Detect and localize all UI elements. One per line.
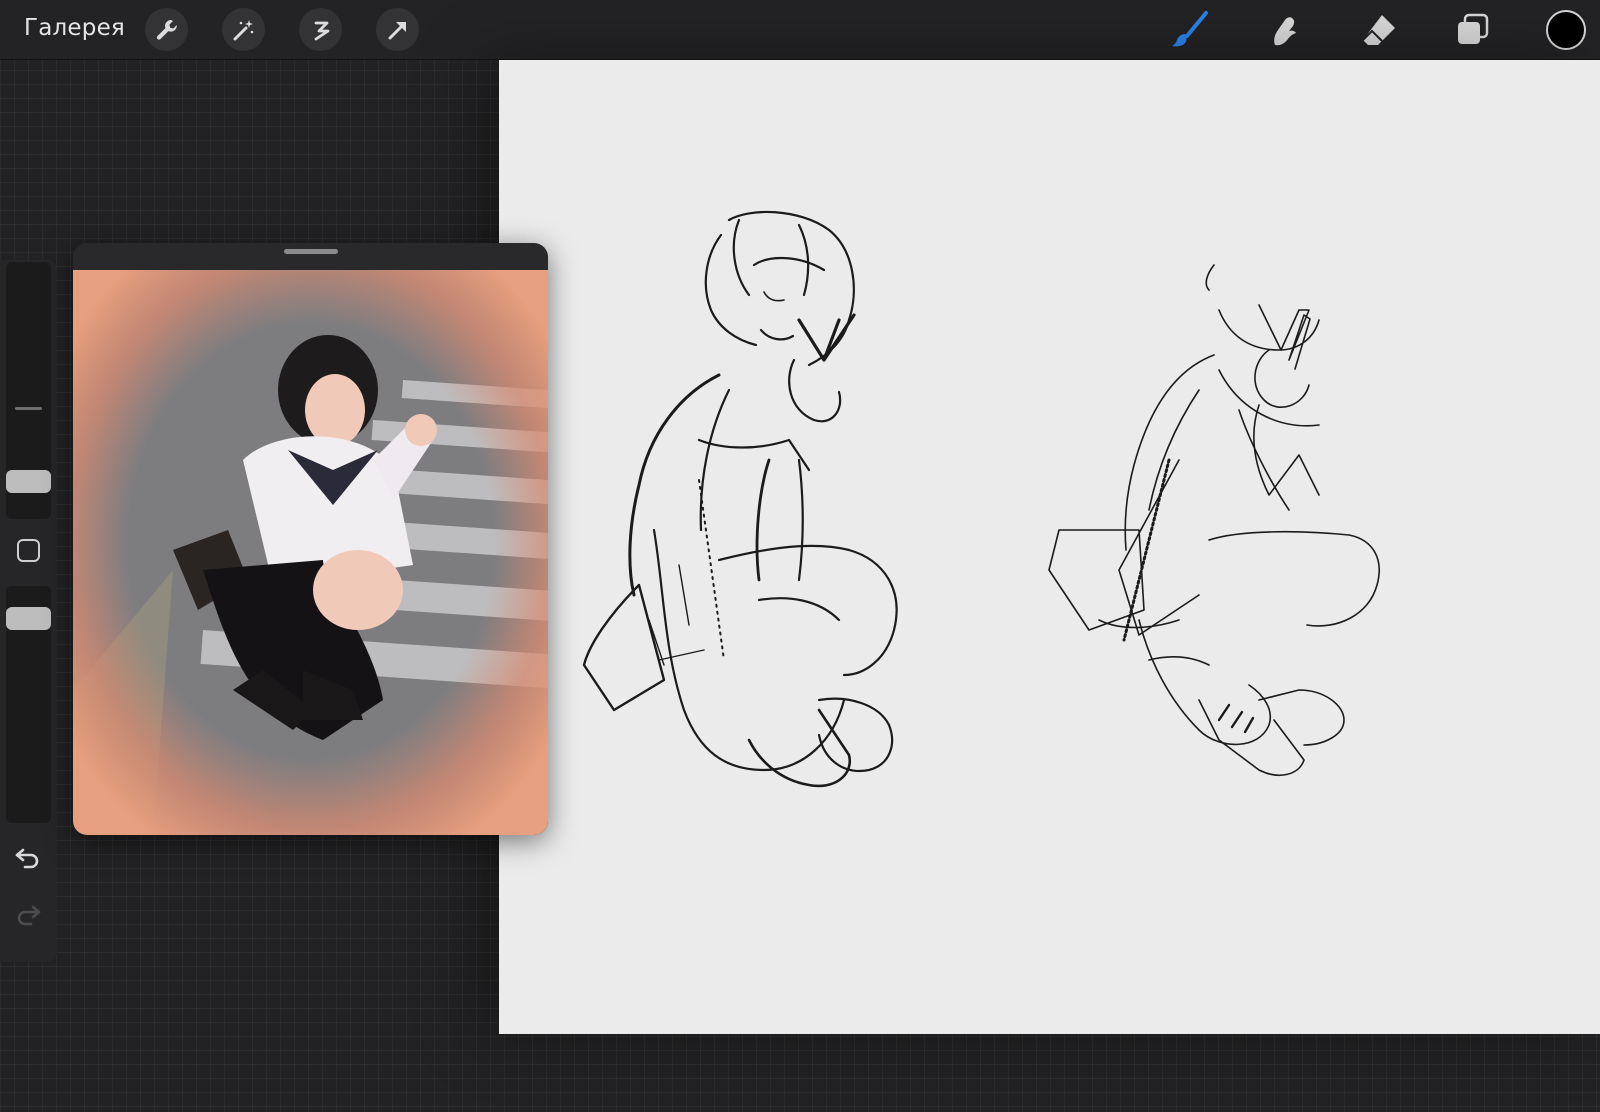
slider-tick xyxy=(15,407,42,410)
brush-tool-button[interactable] xyxy=(1169,9,1211,51)
reference-window[interactable] xyxy=(73,243,548,835)
brush-icon xyxy=(1172,11,1208,47)
redo-arrow-icon xyxy=(17,905,41,926)
reference-drag-handle[interactable] xyxy=(284,249,338,254)
wrench-icon xyxy=(156,19,177,40)
selection-button[interactable] xyxy=(299,8,342,51)
magic-wand-icon xyxy=(233,19,253,40)
color-picker-button[interactable] xyxy=(1546,10,1586,50)
gallery-button[interactable]: Галерея xyxy=(24,15,125,41)
reference-image xyxy=(73,270,548,835)
side-toolbar xyxy=(0,260,57,962)
smudge-icon xyxy=(1274,17,1296,46)
eraser-icon xyxy=(1362,15,1395,45)
transform-arrow-icon xyxy=(388,21,406,39)
actions-button[interactable] xyxy=(145,8,188,51)
drawing-canvas[interactable] xyxy=(499,60,1600,1034)
adjustments-button[interactable] xyxy=(222,8,265,51)
undo-button[interactable] xyxy=(13,843,43,873)
eraser-tool-button[interactable] xyxy=(1358,9,1400,51)
smudge-tool-button[interactable] xyxy=(1263,9,1305,51)
selection-icon xyxy=(314,21,329,40)
layers-icon xyxy=(1458,13,1489,44)
redo-button[interactable] xyxy=(13,900,43,930)
modify-button[interactable] xyxy=(17,539,40,562)
layers-button[interactable] xyxy=(1452,9,1494,51)
sketch-drawing xyxy=(582,210,1380,788)
top-toolbar: Галерея xyxy=(0,0,1600,60)
reference-photo xyxy=(73,270,548,835)
undo-arrow-icon xyxy=(15,848,39,869)
opacity-thumb[interactable] xyxy=(6,607,51,630)
transform-button[interactable] xyxy=(376,8,419,51)
brush-size-thumb[interactable] xyxy=(6,470,51,493)
